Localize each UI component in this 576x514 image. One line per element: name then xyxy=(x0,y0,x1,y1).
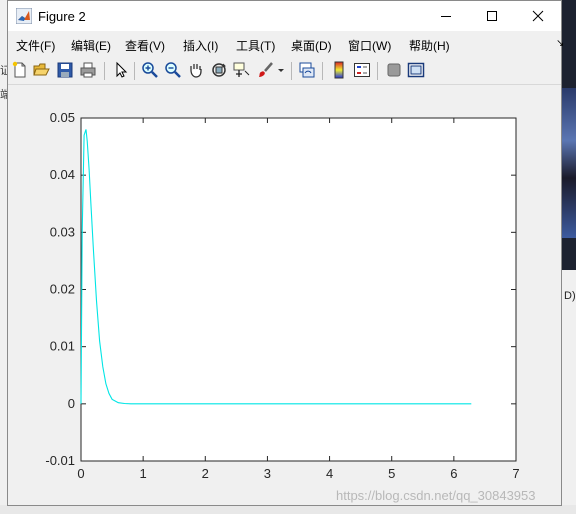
y-tick-label: 0.04 xyxy=(50,167,75,182)
background-taskbar-strip xyxy=(0,505,576,514)
plot-figure: 0 1 2 3 4 5 6 7-0.0100.010.020.030.040.05 xyxy=(45,110,519,481)
figure-window: Figure 2 文件(F) 编辑(E) 查看(V) 插入(I) 工具(T) 桌… xyxy=(7,0,564,506)
x-tick-label: 5 xyxy=(388,466,395,481)
plot-axes-box xyxy=(80,117,517,462)
background-image xyxy=(562,88,576,238)
x-tick-label: 7 xyxy=(512,466,519,481)
background-text: D) xyxy=(564,290,576,302)
x-tick-label: 0 xyxy=(77,466,84,481)
y-tick-label: 0 xyxy=(68,396,75,411)
y-tick-label: -0.01 xyxy=(45,453,75,468)
y-tick-label: 0.05 xyxy=(50,110,75,125)
x-tick-label: 3 xyxy=(264,466,271,481)
watermark-text: https://blog.csdn.net/qq_30843953 xyxy=(336,488,536,503)
y-tick-label: 0.01 xyxy=(50,339,75,354)
y-tick-label: 0.03 xyxy=(50,224,75,239)
x-tick-label: 6 xyxy=(450,466,457,481)
background-window-right: D) xyxy=(562,0,576,514)
x-tick-label: 1 xyxy=(140,466,147,481)
x-tick-label: 2 xyxy=(202,466,209,481)
background-panel xyxy=(562,270,576,514)
y-tick-label: 0.02 xyxy=(50,282,75,297)
x-tick-label: 4 xyxy=(326,466,333,481)
